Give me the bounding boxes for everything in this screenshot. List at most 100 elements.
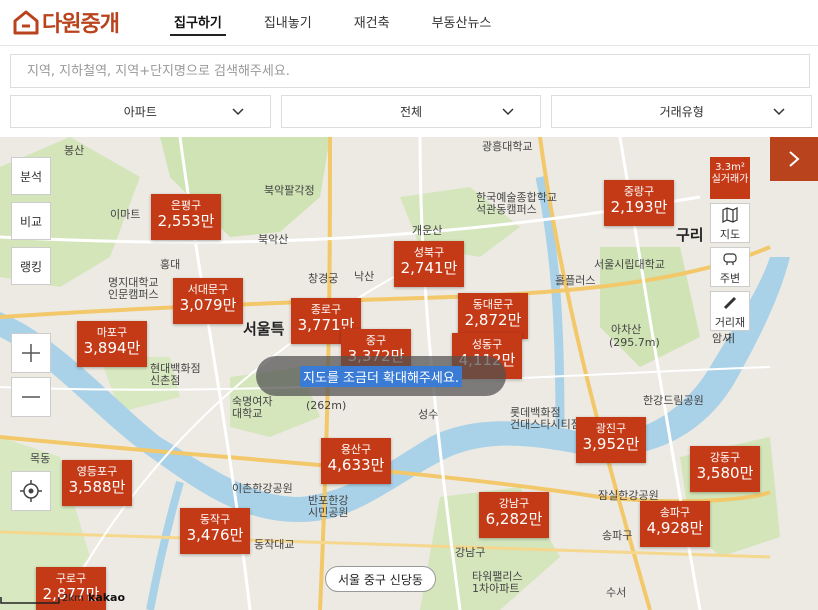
district-marker-yeongdeungpo[interactable]: 영등포구 3,588만 [62,460,132,506]
map-label-banpo: 반포한강 시민공원 [308,494,349,519]
real-price-button[interactable]: 3.3m² 실거래가 [710,157,750,199]
nav-reconstruction[interactable]: 재건축 [350,0,394,36]
map-label-seoul-univ: 서울시립대학교 [594,258,665,271]
map-label-guri: 구리 [676,226,704,244]
district-name: 동대문구 [472,298,514,311]
district-price: 2,553만 [157,212,215,230]
district-price: 2,741만 [400,259,458,277]
map-label-bongsan: 봉산 [64,144,85,157]
deal-type-select[interactable]: 거래유형 [551,95,813,128]
chevron-down-icon [773,108,785,116]
crosshair-icon [20,480,42,502]
district-marker-mapo[interactable]: 마포구 3,894만 [77,321,147,367]
district-marker-gangnam[interactable]: 강남구 6,282만 [479,492,549,538]
map-label-gwangun: 광흥대학교 [482,140,533,153]
map-label-bukak: 북악산 [258,233,289,246]
scale-text: 2km [62,593,84,604]
district-name: 마포구 [96,326,128,339]
main-nav: 집구하기 집내놓기 재건축 부동산뉴스 [170,0,529,46]
map-label-mokdong: 목동 [30,452,51,465]
minus-icon [22,396,40,398]
filter-bar: 아파트 전체 거래유형 [10,95,813,128]
ranking-button[interactable]: 랭킹 [11,247,51,285]
map-icon [722,207,738,223]
district-name: 종로구 [310,303,342,316]
district-name: 동작구 [199,513,231,526]
map-label-suseo: 수서 [606,586,627,599]
map-label-hongdae: 홍대 [160,258,181,271]
map-label-tower-palace: 타워팰리스 1차아파트 [472,570,523,595]
district-name: 강남구 [498,497,530,510]
brand-logo[interactable]: 다원중개 [12,6,120,38]
map-credit: kakao [88,591,126,604]
map-label-emart: 이마트 [110,208,141,221]
district-price: 6,282만 [485,510,543,528]
district-marker-seodaemun[interactable]: 서대문구 3,079만 [173,278,243,324]
nearby-button[interactable]: 주변 [710,247,750,287]
map-label-lotte: 롯데백화점 건대스타시티점 [510,406,581,431]
district-price: 3,476만 [186,526,244,544]
district-marker-gangdong[interactable]: 강동구 3,580만 [690,446,760,492]
nav-news[interactable]: 부동산뉴스 [428,0,496,36]
map-label-gangnam: 강남구 [455,546,486,559]
district-name: 서대문구 [187,283,229,296]
search-box [10,54,810,88]
district-name: 광진구 [595,422,627,435]
map-view[interactable]: 서울특 구리 명지대학교 인문캠퍼스 홍대 이마트 개운산 북악팔각정 북악산 … [0,137,818,610]
side-panel-toggle[interactable] [770,137,818,181]
district-marker-yongsan[interactable]: 용산구 4,633만 [321,438,391,484]
real-price-label: 실거래가 [711,174,749,185]
current-location-label: 서울 중구 신당동 [325,566,436,592]
district-marker-seongbuk[interactable]: 성북구 2,741만 [394,241,464,287]
map-type-label: 지도 [719,228,741,241]
district-price: 2,872만 [464,311,522,329]
map-label-dongjak-bridge: 동작대교 [254,538,295,551]
district-name: 영등포구 [76,465,118,478]
map-label-achasan-height: (295.7m) [609,336,660,349]
compare-button[interactable]: 비교 [11,202,51,240]
map-label-gaeunsan: 개운산 [412,224,443,237]
map-type-button[interactable]: 지도 [710,203,750,243]
district-marker-eunpyeong[interactable]: 은평구 2,553만 [151,194,221,240]
district-name: 중구 [365,334,387,347]
map-label-knua: 한국예술종합학교 석관동캠퍼스 [476,191,557,216]
scale-bar-icon [0,597,60,604]
nearby-icon [723,253,737,265]
district-price: 4,928만 [646,519,704,537]
zoom-out-button[interactable] [11,377,51,417]
my-location-button[interactable] [11,471,51,511]
district-marker-songpa[interactable]: 송파구 4,928만 [640,501,710,547]
district-name: 송파구 [659,506,691,519]
real-price-unit: 3.3m² [715,162,745,173]
search-input[interactable] [11,55,809,87]
analysis-button[interactable]: 분석 [11,157,51,195]
zoom-in-button[interactable] [11,333,51,373]
size-label: 전체 [399,105,423,119]
chevron-right-icon [789,151,800,167]
district-price: 4,633만 [327,456,385,474]
map-label-ichon: 이촌한강공원 [232,482,293,495]
map-label-achasan: 아차산 [611,323,642,336]
distance-button[interactable]: 거리재기 [710,291,750,345]
district-name: 강동구 [709,451,741,464]
district-price: 3,952만 [582,435,640,453]
district-price: 3,079만 [179,296,237,314]
district-marker-jungnang[interactable]: 중랑구 2,193만 [604,180,674,226]
district-marker-dongjak[interactable]: 동작구 3,476만 [180,508,250,554]
nav-find-home[interactable]: 집구하기 [170,0,226,36]
map-label-bukak-pavilion: 북악팔각정 [264,184,315,197]
size-select[interactable]: 전체 [280,95,542,128]
property-type-select[interactable]: 아파트 [10,95,271,128]
district-price: 2,193만 [610,198,668,216]
map-scale [0,596,60,607]
map-label-namsan-height: (262m) [306,399,347,412]
deal-type-label: 거래유형 [659,105,704,119]
map-label-hyundai: 현대백화점 신촌점 [150,362,201,387]
district-marker-gwangjin[interactable]: 광진구 3,952만 [576,417,646,463]
nav-list-home[interactable]: 집내놓기 [260,0,316,36]
district-name: 용산구 [340,443,372,456]
map-label-seongsu: 성수 [418,408,439,421]
nearby-label: 주변 [719,272,741,285]
chevron-down-icon [232,108,244,116]
chevron-down-icon [502,108,514,116]
